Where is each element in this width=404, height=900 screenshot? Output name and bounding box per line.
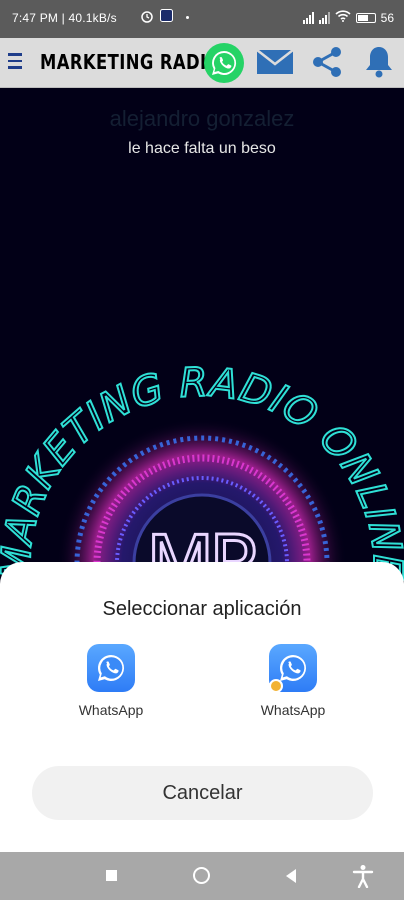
battery-level: 56 <box>380 10 394 25</box>
menu-icon[interactable] <box>8 53 22 69</box>
home-icon[interactable] <box>193 867 210 884</box>
signal-2-icon <box>318 11 330 24</box>
share-icon[interactable] <box>309 44 345 85</box>
player-area: alejandro gonzalez le hace falta un beso… <box>0 88 404 852</box>
whatsapp-icon[interactable] <box>203 42 245 89</box>
app-option-whatsapp[interactable]: WhatsApp <box>56 644 166 718</box>
battery-icon <box>355 12 376 23</box>
cancel-button[interactable]: Cancelar <box>32 766 373 820</box>
chooser-title: Seleccionar aplicación <box>102 598 302 620</box>
app-notification-icon <box>160 9 173 25</box>
mail-icon[interactable] <box>256 47 294 82</box>
bell-icon[interactable] <box>362 44 396 85</box>
whatsapp-dual-icon <box>269 644 317 693</box>
app-option-whatsapp-dual[interactable]: WhatsApp <box>238 644 348 718</box>
dot-icon <box>186 16 189 19</box>
artist-name: alejandro gonzalez <box>109 106 295 131</box>
back-icon[interactable] <box>286 869 296 883</box>
app-option-label: WhatsApp <box>260 702 326 718</box>
wifi-icon <box>335 10 351 25</box>
alarm-icon <box>140 9 154 26</box>
app-chooser-sheet: Seleccionar aplicación WhatsApp WhatsApp… <box>0 562 404 852</box>
app-toolbar: MARKETING RADIO <box>0 38 404 88</box>
recents-icon[interactable] <box>106 870 117 881</box>
dual-app-badge-icon <box>269 679 283 693</box>
signal-1-icon <box>302 11 314 24</box>
app-title: MARKETING RADIO <box>40 50 221 74</box>
system-nav-bar <box>0 852 404 900</box>
app-option-label: WhatsApp <box>78 702 144 718</box>
status-bar: 7:47 PM | 40.1kB/s 56 <box>0 0 404 38</box>
accessibility-icon[interactable] <box>352 864 374 893</box>
song-title: le hace falta un beso <box>128 140 276 157</box>
status-time-speed: 7:47 PM | 40.1kB/s <box>12 11 117 25</box>
whatsapp-icon <box>87 644 135 692</box>
